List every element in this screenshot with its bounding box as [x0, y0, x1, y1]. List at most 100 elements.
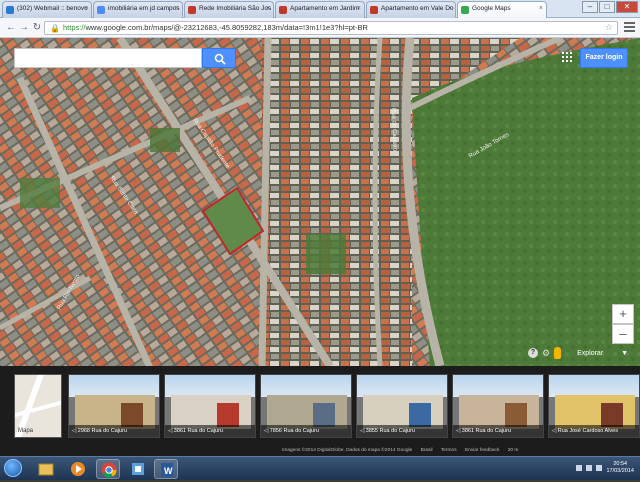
- close-icon[interactable]: ×: [266, 5, 270, 12]
- photo-sky: [357, 375, 447, 397]
- tab-favicon: [188, 6, 196, 14]
- pegman-icon[interactable]: [554, 347, 562, 359]
- lock-icon: 🔒: [50, 24, 60, 33]
- browser-toolbar: ← → ↻ 🔒 https://www.google.com.br/maps/@…: [0, 18, 640, 38]
- minimize-button[interactable]: –: [582, 1, 598, 13]
- tab-label: imobiliária em jd campos: [108, 5, 180, 12]
- garage-door: [601, 403, 623, 427]
- photo-sky: [69, 375, 159, 397]
- app-icon[interactable]: [126, 459, 150, 479]
- settings-gear-icon[interactable]: ⚙: [542, 348, 550, 359]
- clock[interactable]: 20:54 17/03/2014: [606, 461, 634, 475]
- tab-apartamento-jardim[interactable]: Apartamento em Jardim ×: [275, 1, 365, 18]
- street-view-thumbnail[interactable]: ◁ 3855 Rua do Cajuru: [356, 374, 448, 438]
- house-facade: [363, 395, 443, 429]
- tray-icon[interactable]: [576, 465, 582, 471]
- close-icon[interactable]: ×: [448, 5, 452, 12]
- browser-tab-strip: (302) Webmail :: benovo × imobiliária em…: [0, 0, 640, 18]
- street-view-thumbnail[interactable]: ◁ 7856 Rua do Cajuru: [260, 374, 352, 438]
- url-text: www.google.com.br/maps/@-23212683,-45.80…: [85, 23, 368, 32]
- tab-favicon: [279, 6, 287, 14]
- tab-google-maps[interactable]: Google Maps ×: [457, 1, 547, 18]
- satellite-imagery: Rua Capitão Prudente Rua do Cajueiro Rua…: [0, 38, 640, 366]
- map-footer: Imagens ©2014 DigitalGlobe, Dados do map…: [0, 446, 640, 456]
- garage-door: [217, 403, 239, 427]
- photo-filmstrip: Mapa ◁ 2968 Rua do Cajuru ◁ 3861 Rua do C…: [0, 366, 640, 446]
- garage-door: [409, 403, 431, 427]
- terms-link[interactable]: Termos: [441, 448, 457, 453]
- media-player-icon[interactable]: [66, 459, 90, 479]
- photo-sky: [453, 375, 543, 397]
- zoom-in-button[interactable]: +: [612, 304, 634, 324]
- photo-caption: ◁ 3855 Rua do Cajuru: [357, 425, 447, 437]
- volume-icon[interactable]: [596, 465, 602, 471]
- address-bar[interactable]: 🔒 https://www.google.com.br/maps/@-23212…: [44, 21, 618, 35]
- street-view-thumbnail[interactable]: ◁ 3861 Rua do Cajuru: [164, 374, 256, 438]
- forward-icon[interactable]: →: [17, 21, 31, 35]
- imagery-credit: Imagens ©2014 DigitalGlobe, Dados do map…: [282, 448, 413, 453]
- photo-caption: ◁ Rua José Cardoso Alves: [549, 425, 639, 437]
- close-icon[interactable]: ×: [175, 5, 179, 12]
- close-icon[interactable]: ×: [84, 5, 88, 12]
- scale-bar: 20 m: [507, 448, 519, 453]
- photo-sky: [549, 375, 639, 397]
- footer-country-link[interactable]: Brasil: [421, 448, 433, 453]
- house-facade: [459, 395, 539, 429]
- garage-door: [121, 403, 143, 427]
- login-button[interactable]: Fazer login: [580, 48, 628, 68]
- search-button[interactable]: [202, 48, 236, 68]
- tab-favicon: [461, 6, 469, 14]
- tab-favicon: [370, 6, 378, 14]
- chevron-down-icon[interactable]: ▼: [621, 350, 628, 357]
- close-window-button[interactable]: ✕: [616, 1, 638, 13]
- windows-taskbar: W 20:54 17/03/2014: [0, 456, 640, 480]
- reload-icon[interactable]: ↻: [30, 21, 44, 35]
- photo-caption: ◁ 2968 Rua do Cajuru: [69, 425, 159, 437]
- start-button[interactable]: [4, 459, 22, 477]
- tab-imobiliaria[interactable]: imobiliária em jd campos ×: [93, 1, 183, 18]
- close-icon[interactable]: ×: [539, 5, 543, 12]
- tab-label: Google Maps: [472, 5, 511, 12]
- map-view-thumbnail[interactable]: Mapa: [14, 374, 62, 438]
- map-search-input[interactable]: [14, 48, 202, 68]
- tab-webmail[interactable]: (302) Webmail :: benovo ×: [2, 1, 92, 18]
- tab-apartamento-vale[interactable]: Apartamento em Vale Do ×: [366, 1, 456, 18]
- tab-label: Apartamento em Vale Do: [381, 5, 454, 12]
- tab-label: (302) Webmail :: benovo: [17, 5, 88, 12]
- chrome-icon[interactable]: [96, 459, 120, 479]
- url-scheme: https://: [63, 23, 86, 32]
- tab-favicon: [97, 6, 105, 14]
- browser-menu-icon[interactable]: [624, 22, 635, 33]
- window-controls: – □ ✕: [582, 1, 638, 13]
- street-view-thumbnail[interactable]: ◁ Rua José Cardoso Alves: [548, 374, 640, 438]
- photo-caption: ◁ 7856 Rua do Cajuru: [261, 425, 351, 437]
- feedback-link[interactable]: Enviar feedback: [465, 448, 499, 453]
- maximize-button[interactable]: □: [599, 1, 615, 13]
- help-icon[interactable]: ?: [528, 348, 538, 358]
- explore-label[interactable]: Explorar: [577, 350, 603, 357]
- clock-time: 20:54: [613, 461, 628, 467]
- bookmark-star-icon[interactable]: ☆: [605, 22, 613, 33]
- apps-grid-icon[interactable]: [562, 52, 572, 62]
- photo-caption: ◁ 3861 Rua do Cajuru: [165, 425, 255, 437]
- network-icon[interactable]: [586, 465, 592, 471]
- house-facade: [75, 395, 155, 429]
- house-facade: [171, 395, 251, 429]
- close-icon[interactable]: ×: [357, 5, 361, 12]
- tab-rede-imobiliaria[interactable]: Rede Imobiliária São Jos ×: [184, 1, 274, 18]
- house-facade: [267, 395, 347, 429]
- garage-door: [313, 403, 335, 427]
- photo-sky: [165, 375, 255, 397]
- street-view-thumbnail[interactable]: ◁ 3861 Rua do Cajuru: [452, 374, 544, 438]
- street-view-thumbnail[interactable]: ◁ 2968 Rua do Cajuru: [68, 374, 160, 438]
- house-facade: [555, 395, 635, 429]
- back-icon[interactable]: ←: [4, 21, 18, 35]
- zoom-out-button[interactable]: –: [612, 324, 634, 344]
- satellite-map[interactable]: Rua Capitão Prudente Rua do Cajueiro Rua…: [0, 38, 640, 366]
- svg-text:W: W: [164, 466, 173, 476]
- map-thumbnail-label: Mapa: [18, 428, 34, 434]
- word-icon[interactable]: W: [154, 459, 178, 479]
- tab-label: Rede Imobiliária São Jos: [199, 5, 272, 12]
- explorer-icon[interactable]: [34, 459, 58, 479]
- search-icon: [214, 53, 226, 65]
